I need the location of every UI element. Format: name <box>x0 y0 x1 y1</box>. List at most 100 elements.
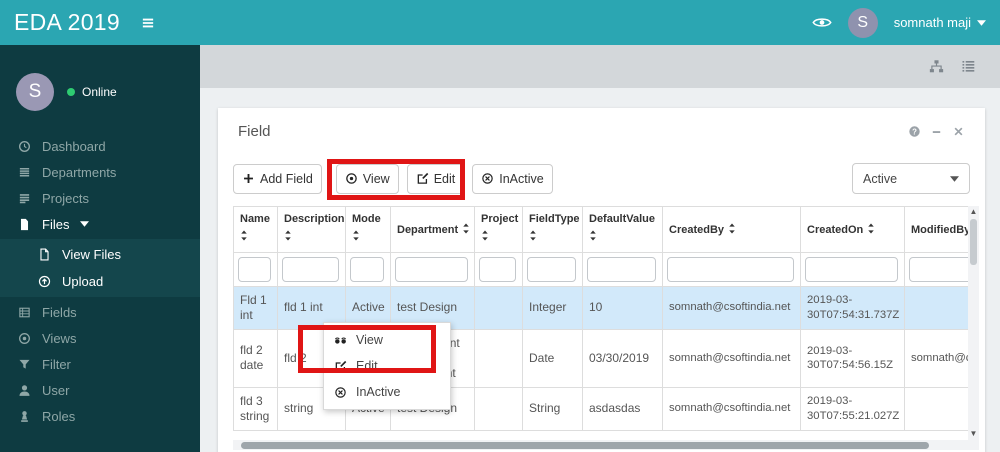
sidebar-item-filter[interactable]: Filter <box>0 351 200 377</box>
minimize-icon[interactable] <box>930 125 943 138</box>
rows-icon <box>18 166 31 179</box>
sort-icon <box>867 223 875 239</box>
sidebar-item-label: Filter <box>42 356 71 372</box>
sort-icon <box>462 223 470 239</box>
hamburger-icon[interactable] <box>140 15 156 31</box>
filter-input-mode[interactable] <box>350 256 384 282</box>
sidebar-item-label: View Files <box>62 247 122 262</box>
table-icon <box>18 306 31 319</box>
content-toolbar <box>200 45 1000 88</box>
sidebar-item-projects[interactable]: Projects <box>0 185 200 211</box>
list-icon[interactable] <box>961 59 976 74</box>
column-header-createdon[interactable]: CreatedOn <box>800 206 905 253</box>
panel-header: Field ? <box>218 108 985 154</box>
horizontal-scrollbar[interactable] <box>233 440 979 450</box>
table-cell <box>474 386 523 431</box>
sort-icon <box>589 230 656 246</box>
stack-icon <box>18 192 31 205</box>
column-header-description[interactable]: Description <box>277 206 346 253</box>
circle-dot-icon <box>345 172 358 185</box>
sidebar-nav: Dashboard Departments Projects Files View Fi… <box>0 133 200 429</box>
status-label: Online <box>82 85 117 99</box>
filter-input-department[interactable] <box>395 256 468 282</box>
table-cell: Date <box>522 328 583 388</box>
sidebar-item-upload[interactable]: Upload <box>0 268 200 295</box>
online-dot-icon <box>67 88 75 96</box>
sidebar-item-label: User <box>42 382 70 398</box>
status-filter-select[interactable]: Active <box>852 163 970 194</box>
scrollbar-thumb[interactable] <box>241 441 929 449</box>
filter-input-createdon[interactable] <box>805 256 898 282</box>
caret-down-icon <box>950 175 959 182</box>
filter-input-name[interactable] <box>238 256 271 282</box>
context-menu-item-edit[interactable]: Edit <box>324 353 450 379</box>
sidebar-item-label: Projects <box>42 190 89 206</box>
row-context-menu: View Edit InActive <box>323 322 451 410</box>
sitemap-icon[interactable] <box>929 59 944 74</box>
table-cell: somnath@csoftindia.net <box>662 328 801 388</box>
main-content: Field ? Add Field View Edit InActive Act… <box>200 45 1000 452</box>
sidebar-item-files[interactable]: Files <box>0 211 200 237</box>
view-button[interactable]: View <box>335 163 399 194</box>
filter-input-project[interactable] <box>479 256 516 282</box>
table-cell: 03/30/2019 <box>582 328 663 388</box>
sidebar-item-departments[interactable]: Departments <box>0 159 200 185</box>
scroll-down-icon[interactable]: ▼ <box>970 430 978 438</box>
sidebar-item-label: Views <box>42 330 77 346</box>
sidebar-item-label: Fields <box>42 304 77 320</box>
scrollbar-thumb[interactable] <box>970 219 977 265</box>
sidebar-item-view-files[interactable]: View Files <box>0 241 200 268</box>
upload-icon <box>38 275 51 288</box>
help-icon[interactable]: ? <box>908 125 921 138</box>
close-icon[interactable] <box>952 125 965 138</box>
table-toolbar: Add Field View Edit InActive Active <box>218 154 985 204</box>
avatar[interactable]: S <box>16 73 54 111</box>
sidebar-item-user[interactable]: User <box>0 377 200 403</box>
sort-icon <box>240 230 271 246</box>
add-field-button[interactable]: Add Field <box>233 163 322 194</box>
edit-icon <box>416 172 429 185</box>
table-cell <box>474 328 523 388</box>
caret-down-icon <box>80 221 90 227</box>
vertical-scrollbar[interactable]: ▲ ▼ <box>968 206 979 440</box>
column-header-fieldtype[interactable]: FieldType <box>522 206 583 253</box>
sidebar-item-views[interactable]: Views <box>0 325 200 351</box>
inactive-button[interactable]: InActive <box>472 163 553 194</box>
sort-icon <box>728 223 736 239</box>
edit-button[interactable]: Edit <box>406 163 465 194</box>
context-menu-item-view[interactable]: View <box>324 327 450 353</box>
filter-input-defaultvalue[interactable] <box>587 256 656 282</box>
table-cell: fld 3 string <box>233 386 278 431</box>
sidebar-item-dashboard[interactable]: Dashboard <box>0 133 200 159</box>
table-cell: asdasdas <box>582 386 663 431</box>
user-menu[interactable]: somnath maji <box>894 15 986 30</box>
column-header-name[interactable]: Name <box>233 206 278 253</box>
sort-icon <box>284 230 339 246</box>
eyes-icon <box>334 334 347 347</box>
table-cell: 2019-03-30T07:54:56.15Z <box>800 328 905 388</box>
filter-input-fieldtype[interactable] <box>527 256 576 282</box>
table-cell: 10 <box>582 285 663 330</box>
context-menu-item-inactive[interactable]: InActive <box>324 379 450 405</box>
page-title: Field <box>238 122 271 140</box>
column-header-mode[interactable]: Mode <box>345 206 391 253</box>
avatar[interactable]: S <box>847 7 878 38</box>
column-header-project[interactable]: Project <box>474 206 523 253</box>
filter-input-createdby[interactable] <box>667 256 794 282</box>
circle-x-icon <box>334 386 347 399</box>
eye-icon[interactable] <box>812 15 832 30</box>
plus-icon <box>242 172 255 185</box>
sort-icon <box>352 230 384 246</box>
sidebar-item-fields[interactable]: Fields <box>0 299 200 325</box>
filter-input-description[interactable] <box>282 256 339 282</box>
sidebar-item-label: Dashboard <box>42 138 106 154</box>
scroll-up-icon[interactable]: ▲ <box>970 208 978 216</box>
sidebar-item-roles[interactable]: Roles <box>0 403 200 429</box>
clock-icon <box>18 140 31 153</box>
sidebar: S Online Dashboard Departments Projects Fil… <box>0 45 200 452</box>
top-bar: EDA 2019 S somnath maji <box>0 0 1000 45</box>
column-header-defaultvalue[interactable]: DefaultValue <box>582 206 663 253</box>
chevron-down-icon <box>977 19 986 26</box>
column-header-createdby[interactable]: CreatedBy <box>662 206 801 253</box>
column-header-department[interactable]: Department <box>390 206 475 253</box>
